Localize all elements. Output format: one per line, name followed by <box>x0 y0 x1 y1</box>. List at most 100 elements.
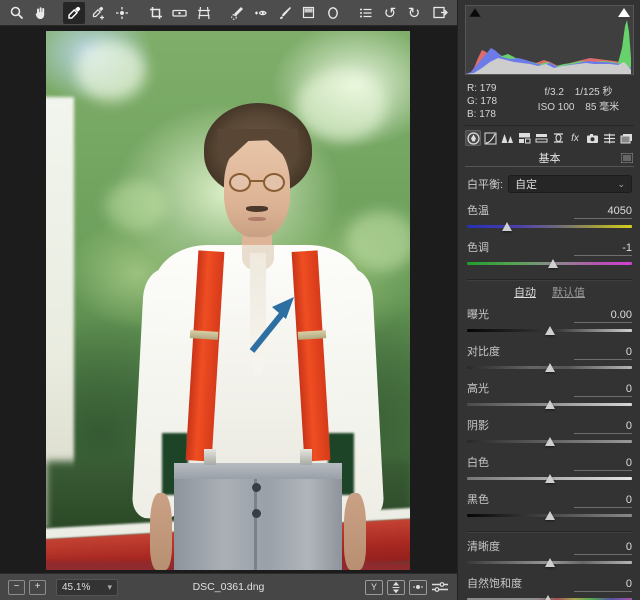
contrast-value[interactable]: 0 <box>574 346 632 360</box>
tab-basic[interactable] <box>465 130 481 146</box>
r-value: R: 179 <box>467 83 497 94</box>
chevron-down-icon: ⌄ <box>617 178 625 189</box>
lens-icon <box>553 133 563 143</box>
crop-tool-button[interactable] <box>145 2 167 24</box>
whites-slider[interactable] <box>467 473 632 485</box>
bokeh-highlight <box>346 211 410 271</box>
preferences-tool-button[interactable] <box>355 2 377 24</box>
tab-camera-calibration[interactable] <box>584 130 600 146</box>
subject-mustache <box>246 206 268 212</box>
swap-before-after-button[interactable] <box>387 579 405 595</box>
clarity-value[interactable]: 0 <box>574 541 632 555</box>
adjustment-brush-tool-button[interactable] <box>274 2 296 24</box>
whites-value[interactable]: 0 <box>574 457 632 471</box>
contrast-slider[interactable] <box>467 362 632 374</box>
image-info: R: 179 G: 178 B: 178 f/3.2 1/125 秒 ISO 1… <box>465 80 634 126</box>
tab-split-toning[interactable] <box>533 130 549 146</box>
temp-slider[interactable] <box>467 221 632 233</box>
temp-value[interactable]: 4050 <box>574 205 632 219</box>
white-balance-select[interactable]: 自定 ⌄ <box>508 175 632 193</box>
slider-thumb[interactable] <box>501 222 512 231</box>
highlights-value[interactable]: 0 <box>574 383 632 397</box>
magnifier-icon <box>10 6 24 19</box>
blacks-value[interactable]: 0 <box>574 494 632 508</box>
slider-thumb[interactable] <box>544 511 555 520</box>
tab-snapshots[interactable] <box>618 130 634 146</box>
rotate-right-button[interactable]: ↻ <box>403 2 425 24</box>
bokeh-highlight <box>76 41 146 101</box>
bokeh-highlight <box>296 71 386 141</box>
slider-thumb[interactable] <box>544 474 555 483</box>
white-balance-row: 白平衡: 自定 ⌄ <box>467 175 632 193</box>
split-toning-icon <box>535 134 547 143</box>
blacks-slider[interactable] <box>467 510 632 522</box>
vibrance-slider[interactable] <box>467 594 632 600</box>
tab-detail[interactable] <box>499 130 515 146</box>
color-sampler-tool-button[interactable] <box>87 2 109 24</box>
tint-label: 色调 <box>467 242 489 254</box>
histogram[interactable] <box>465 5 634 75</box>
exposure-value[interactable]: 0.00 <box>574 309 632 323</box>
pants-waistband <box>174 463 342 479</box>
transform-tool-button[interactable] <box>193 2 215 24</box>
zoom-out-button[interactable]: − <box>8 579 25 595</box>
sliders-icon <box>432 582 448 592</box>
tab-lens-corrections[interactable] <box>550 130 566 146</box>
photo-preview[interactable] <box>46 31 410 570</box>
shadows-slider[interactable] <box>467 436 632 448</box>
shadow-clipping-indicator[interactable] <box>469 8 481 17</box>
tint-value[interactable]: -1 <box>574 242 632 256</box>
slider-thumb[interactable] <box>542 595 553 600</box>
auto-default-links: 自动 默认值 <box>467 284 632 300</box>
tab-hsl[interactable] <box>516 130 532 146</box>
copy-settings-button[interactable] <box>409 579 427 595</box>
default-link[interactable]: 默认值 <box>552 284 585 300</box>
toggle-fullscreen-button[interactable] <box>429 2 451 24</box>
zoom-level-value: 45.1% <box>62 581 91 593</box>
rotate-left-button[interactable]: ↺ <box>379 2 401 24</box>
vibrance-value[interactable]: 0 <box>574 578 632 592</box>
clarity-slider[interactable] <box>467 557 632 569</box>
clarity-label: 清晰度 <box>467 541 500 553</box>
highlight-clipping-indicator[interactable] <box>618 8 630 17</box>
tab-effects[interactable]: fx <box>567 130 583 146</box>
highlights-slider[interactable] <box>467 399 632 411</box>
tab-presets[interactable] <box>601 130 617 146</box>
graduated-filter-icon <box>303 6 315 19</box>
red-eye-tool-button[interactable] <box>250 2 272 24</box>
graduated-filter-tool-button[interactable] <box>298 2 320 24</box>
preview-preferences-button[interactable] <box>431 580 449 595</box>
zoom-in-button[interactable]: + <box>29 579 46 595</box>
chevron-down-icon: ▾ <box>107 581 112 592</box>
radial-filter-tool-button[interactable] <box>322 2 344 24</box>
slider-thumb[interactable] <box>547 259 558 268</box>
main-toolbar: ↺ ↻ <box>0 0 457 26</box>
radial-filter-icon <box>327 6 338 19</box>
image-canvas[interactable] <box>0 27 457 573</box>
panel-menu-icon[interactable] <box>621 153 633 163</box>
targeted-adjustment-tool-button[interactable] <box>111 2 133 24</box>
g-value: G: 178 <box>467 96 498 107</box>
hand-tool-button[interactable] <box>30 2 52 24</box>
spot-removal-tool-button[interactable] <box>226 2 248 24</box>
slider-thumb[interactable] <box>544 558 555 567</box>
zoom-tool-button[interactable] <box>6 2 28 24</box>
tab-tone-curve[interactable] <box>482 130 498 146</box>
brush-icon <box>279 6 291 19</box>
slider-thumb[interactable] <box>544 363 555 372</box>
slider-thumb[interactable] <box>544 326 555 335</box>
vibrance-label: 自然饱和度 <box>467 578 522 590</box>
zoom-level-select[interactable]: 45.1% ▾ <box>56 578 118 596</box>
contrast-label: 对比度 <box>467 346 500 358</box>
slider-thumb[interactable] <box>544 400 555 409</box>
straighten-tool-button[interactable] <box>169 2 191 24</box>
slider-thumb[interactable] <box>544 437 555 446</box>
before-after-cycle-button[interactable]: Y <box>365 579 383 595</box>
eyedropper-icon <box>68 6 81 19</box>
targeted-adjustment-icon <box>116 6 129 19</box>
shadows-value[interactable]: 0 <box>574 420 632 434</box>
tint-slider[interactable] <box>467 258 632 270</box>
auto-link[interactable]: 自动 <box>514 284 536 300</box>
exposure-slider[interactable] <box>467 325 632 337</box>
white-balance-tool-button[interactable] <box>63 1 86 24</box>
